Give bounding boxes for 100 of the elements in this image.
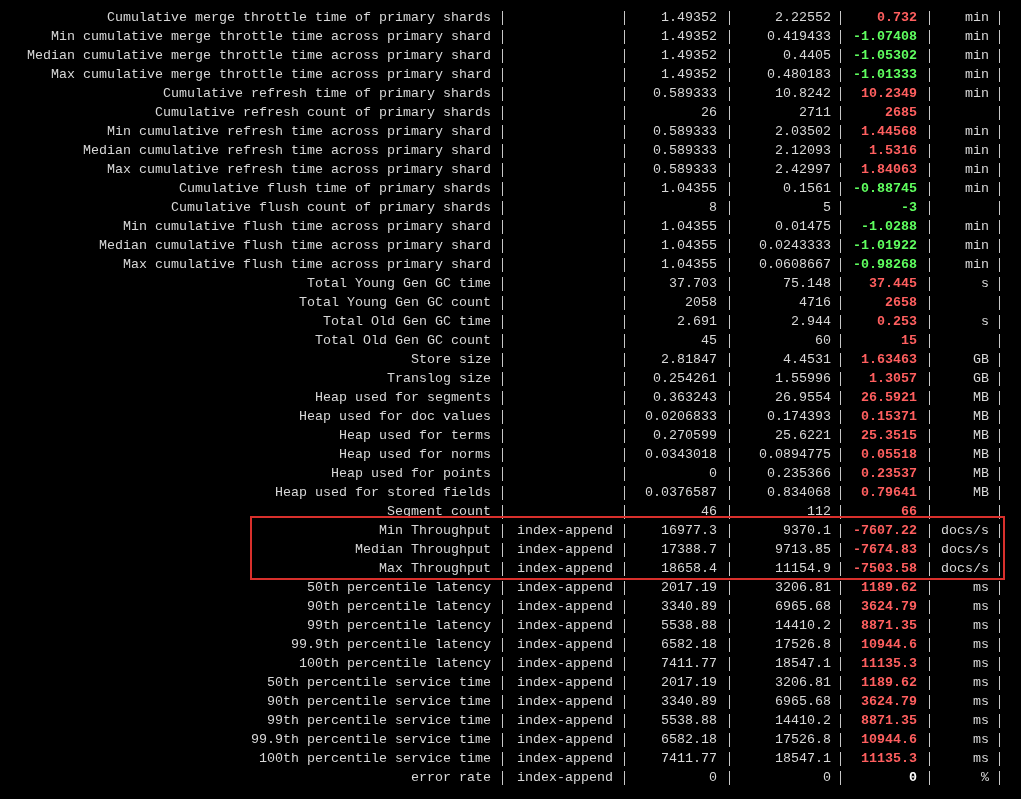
- baseline-value: 37.703: [669, 276, 717, 291]
- task-name: index-append: [517, 523, 613, 538]
- diff-value: 3624.79: [861, 694, 917, 709]
- diff-value: -3: [901, 200, 917, 215]
- metric-label: 50th percentile latency: [307, 580, 491, 595]
- unit-label: min: [965, 67, 989, 82]
- baseline-value: 3340.89: [661, 599, 717, 614]
- contender-value: 0.480183: [767, 67, 831, 82]
- baseline-value: 0.589333: [653, 162, 717, 177]
- metric-label: Translog size: [387, 371, 491, 386]
- diff-value: 1.3057: [869, 371, 917, 386]
- contender-value: 0.0894775: [759, 447, 831, 462]
- metric-label: Segment count: [387, 504, 491, 519]
- metric-label: 90th percentile latency: [307, 599, 491, 614]
- metric-label: Heap used for segments: [315, 390, 491, 405]
- baseline-value: 7411.77: [661, 656, 717, 671]
- diff-value: -7674.83: [853, 542, 917, 557]
- unit-label: min: [965, 48, 989, 63]
- contender-value: 11154.9: [775, 561, 831, 576]
- contender-value: 112: [807, 504, 831, 519]
- metric-label: Median Throughput: [355, 542, 491, 557]
- unit-label: MB: [973, 447, 989, 462]
- metric-label: 50th percentile service time: [267, 675, 491, 690]
- diff-value: 3624.79: [861, 599, 917, 614]
- baseline-value: 7411.77: [661, 751, 717, 766]
- metric-label: Cumulative flush count of primary shards: [171, 200, 491, 215]
- baseline-value: 18658.4: [661, 561, 717, 576]
- baseline-value: 0.589333: [653, 124, 717, 139]
- contender-value: 14410.2: [775, 713, 831, 728]
- task-name: index-append: [517, 656, 613, 671]
- diff-value: 11135.3: [861, 656, 917, 671]
- baseline-value: 2058: [685, 295, 717, 310]
- contender-value: 1.55996: [775, 371, 831, 386]
- contender-value: 5: [823, 200, 831, 215]
- metric-label: Max Throughput: [379, 561, 491, 576]
- diff-value: -1.07408: [853, 29, 917, 44]
- unit-label: min: [965, 162, 989, 177]
- contender-value: 0.1561: [783, 181, 831, 196]
- contender-value: 75.148: [783, 276, 831, 291]
- contender-value: 26.9554: [775, 390, 831, 405]
- diff-value: 2685: [885, 105, 917, 120]
- task-name: index-append: [517, 542, 613, 557]
- unit-label: %: [981, 770, 989, 785]
- metric-label: Median cumulative refresh time across primary shard: [83, 143, 491, 158]
- baseline-value: 8: [709, 200, 717, 215]
- baseline-value: 1.49352: [661, 48, 717, 63]
- baseline-value: 0: [709, 770, 717, 785]
- diff-value: 10944.6: [861, 732, 917, 747]
- unit-label: ms: [973, 751, 989, 766]
- baseline-value: 2.691: [677, 314, 717, 329]
- diff-value: 0.253: [877, 314, 917, 329]
- metric-label: Total Old Gen GC count: [315, 333, 491, 348]
- unit-label: MB: [973, 409, 989, 424]
- baseline-value: 6582.18: [661, 637, 717, 652]
- baseline-value: 0.0206833: [645, 409, 717, 424]
- contender-value: 10.8242: [775, 86, 831, 101]
- metric-label: Cumulative flush time of primary shards: [179, 181, 491, 196]
- contender-value: 6965.68: [775, 694, 831, 709]
- unit-label: GB: [973, 371, 989, 386]
- metric-label: Heap used for points: [331, 466, 491, 481]
- contender-value: 4.4531: [783, 352, 831, 367]
- diff-value: 1.44568: [861, 124, 917, 139]
- diff-value: -0.88745: [853, 181, 917, 196]
- task-name: index-append: [517, 770, 613, 785]
- diff-value: 11135.3: [861, 751, 917, 766]
- baseline-value: 2017.19: [661, 675, 717, 690]
- diff-value: 25.3515: [861, 428, 917, 443]
- baseline-value: 6582.18: [661, 732, 717, 747]
- contender-value: 0.174393: [767, 409, 831, 424]
- baseline-value: 1.04355: [661, 219, 717, 234]
- metric-label: Max cumulative merge throttle time across primary shard: [51, 67, 491, 82]
- metric-label: Cumulative refresh time of primary shards: [163, 86, 491, 101]
- contender-value: 3206.81: [775, 580, 831, 595]
- diff-value: -1.05302: [853, 48, 917, 63]
- contender-value: 18547.1: [775, 751, 831, 766]
- baseline-value: 45: [701, 333, 717, 348]
- baseline-value: 1.04355: [661, 238, 717, 253]
- metric-label: Max cumulative refresh time across primary shard: [107, 162, 491, 177]
- baseline-value: 0: [709, 466, 717, 481]
- baseline-value: 0.254261: [653, 371, 717, 386]
- unit-label: min: [965, 86, 989, 101]
- metric-label: Heap used for norms: [339, 447, 491, 462]
- diff-value: 0.79641: [861, 485, 917, 500]
- baseline-value: 16977.3: [661, 523, 717, 538]
- unit-label: docs/s: [941, 523, 989, 538]
- metric-label: Median cumulative flush time across primary shard: [99, 238, 491, 253]
- diff-value: 10944.6: [861, 637, 917, 652]
- baseline-value: 1.49352: [661, 67, 717, 82]
- baseline-value: 1.04355: [661, 181, 717, 196]
- unit-label: ms: [973, 656, 989, 671]
- contender-value: 2711: [799, 105, 831, 120]
- unit-label: ms: [973, 637, 989, 652]
- unit-label: docs/s: [941, 561, 989, 576]
- task-name: index-append: [517, 599, 613, 614]
- diff-value: 66: [901, 504, 917, 519]
- baseline-value: 5538.88: [661, 618, 717, 633]
- contender-value: 2.03502: [775, 124, 831, 139]
- contender-value: 0.235366: [767, 466, 831, 481]
- metric-label: Median cumulative merge throttle time across primary shard: [27, 48, 491, 63]
- contender-value: 60: [815, 333, 831, 348]
